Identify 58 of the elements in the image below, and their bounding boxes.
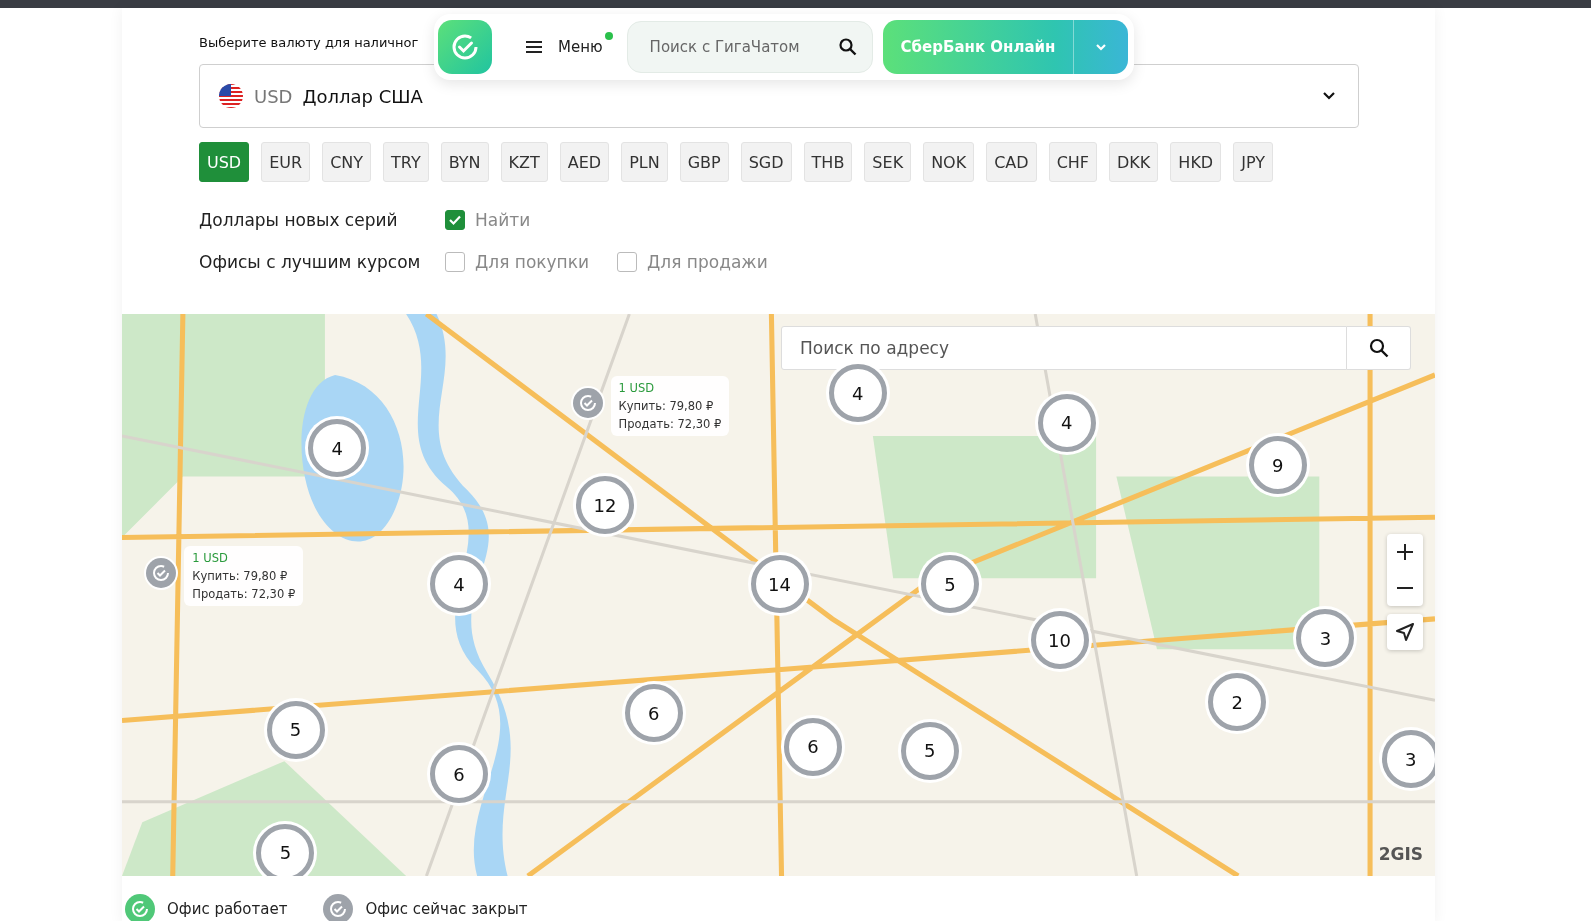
office-cluster-marker[interactable]: 6 bbox=[429, 745, 488, 804]
currency-chip[interactable]: USD bbox=[199, 142, 250, 182]
currency-chip[interactable]: NOK bbox=[923, 142, 975, 182]
currency-chip[interactable]: KZT bbox=[500, 142, 548, 182]
checkbox-label[interactable]: Найти bbox=[475, 210, 531, 230]
office-cluster-marker[interactable]: 5 bbox=[266, 700, 325, 759]
office-cluster-marker[interactable]: 2 bbox=[1208, 673, 1267, 732]
checkbox-label[interactable]: Для продажи bbox=[647, 252, 768, 272]
office-cluster-marker[interactable]: 3 bbox=[1381, 730, 1435, 789]
office-cluster-marker[interactable]: 4 bbox=[429, 555, 488, 614]
sell-rate: Продать: 72,30 ₽ bbox=[618, 417, 722, 431]
map[interactable]: Поиск по адресу 4 12 4 14 4 4 9 5 10 3 2 3 5 6 6 6 5 5 1 USD Купить: 79,80 ₽ Продать: 72,30 ₽ 1 USD Купить: 79,80 ₽ Продать: 72,30 ₽ 2GIS bbox=[122, 314, 1435, 876]
currency-chip[interactable]: CNY bbox=[322, 142, 372, 182]
currency-name: Доллар США bbox=[302, 85, 423, 107]
currency-code: USD bbox=[254, 85, 293, 107]
buy-rate: Купить: 79,80 ₽ bbox=[618, 399, 715, 413]
currency-select[interactable]: USD Доллар США bbox=[199, 64, 1359, 128]
office-cluster-marker[interactable]: 4 bbox=[308, 419, 367, 478]
currency-chip[interactable]: SEK bbox=[864, 142, 912, 182]
checkbox-label[interactable]: Для покупки bbox=[475, 252, 590, 272]
rate-amount: 1 USD bbox=[618, 381, 656, 395]
currency-chip[interactable]: CHF bbox=[1048, 142, 1098, 182]
currency-chip[interactable]: BYN bbox=[440, 142, 489, 182]
office-cluster-marker[interactable]: 5 bbox=[900, 722, 959, 780]
office-cluster-marker[interactable]: 10 bbox=[1030, 611, 1089, 670]
sell-rate: Продать: 72,30 ₽ bbox=[192, 586, 296, 601]
buy-rate: Купить: 79,80 ₽ bbox=[192, 568, 289, 583]
office-cluster-marker[interactable]: 12 bbox=[576, 476, 634, 535]
office-cluster-marker[interactable]: 3 bbox=[1296, 609, 1355, 668]
office-cluster-marker[interactable]: 5 bbox=[920, 555, 979, 614]
legend-label: Офис работает bbox=[167, 900, 288, 918]
office-cluster-marker[interactable]: 4 bbox=[1037, 393, 1096, 452]
office-cluster-marker[interactable]: 6 bbox=[624, 684, 683, 743]
currency-chip[interactable]: AED bbox=[559, 142, 610, 182]
map-logo: 2GIS bbox=[1378, 844, 1423, 864]
legend-label: Офис сейчас закрыт bbox=[365, 900, 528, 918]
filter-label: Доллары новых серий bbox=[199, 210, 399, 230]
office-cluster-marker[interactable]: 4 bbox=[828, 364, 887, 423]
currency-chip[interactable]: JPY bbox=[1233, 142, 1273, 182]
menu-button[interactable]: Меню bbox=[502, 28, 617, 66]
field-label: Выберите валюту для наличног bbox=[199, 35, 419, 52]
search-field[interactable]: Поиск с ГигаЧатом bbox=[626, 21, 873, 73]
office-cluster-marker[interactable]: 5 bbox=[256, 823, 315, 876]
office-cluster-marker[interactable]: 14 bbox=[750, 555, 809, 614]
currency-chip[interactable]: CAD bbox=[986, 142, 1037, 182]
currency-chip[interactable]: TRY bbox=[383, 142, 429, 182]
filter-label: Офисы с лучшим курсом bbox=[199, 252, 422, 272]
address-search-field[interactable]: Поиск по адресу bbox=[781, 326, 1347, 370]
currency-chip[interactable]: EUR bbox=[261, 142, 311, 182]
currency-chip[interactable]: HKD bbox=[1170, 142, 1222, 182]
currency-chip[interactable]: PLN bbox=[621, 142, 668, 182]
office-cluster-marker[interactable]: 9 bbox=[1248, 436, 1307, 495]
currency-chip[interactable]: DKK bbox=[1109, 142, 1159, 182]
currency-chip[interactable]: SGD bbox=[740, 142, 792, 182]
rate-amount: 1 USD bbox=[192, 550, 229, 565]
currency-chip[interactable]: THB bbox=[803, 142, 853, 182]
office-cluster-marker[interactable]: 6 bbox=[784, 717, 842, 776]
currency-chip[interactable]: GBP bbox=[679, 142, 729, 182]
